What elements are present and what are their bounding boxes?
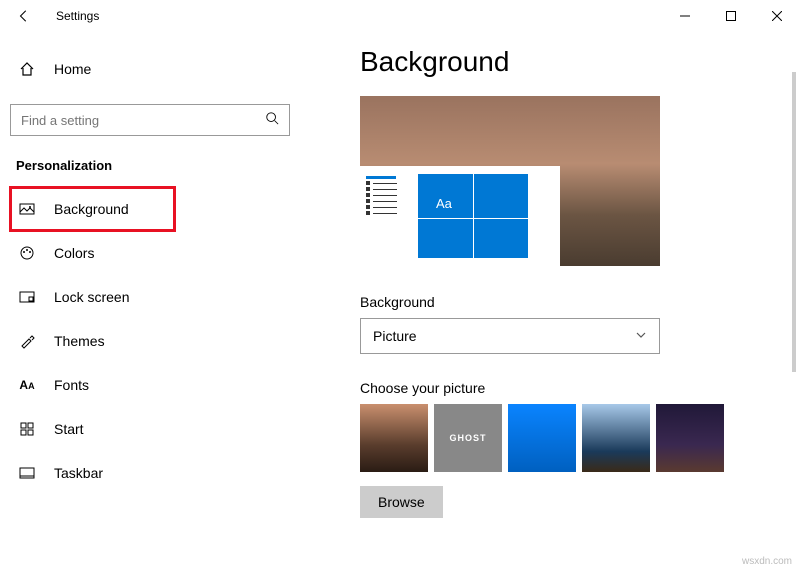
sidebar-item-taskbar[interactable]: Taskbar xyxy=(10,451,290,495)
main-content: Background Aa Background Picture Choose xyxy=(300,32,800,573)
sidebar-item-label: Start xyxy=(54,421,84,437)
close-button[interactable] xyxy=(754,0,800,32)
sidebar-item-lock-screen[interactable]: Lock screen xyxy=(10,275,290,319)
sidebar-item-label: Themes xyxy=(54,333,105,349)
picture-thumb[interactable] xyxy=(582,404,650,472)
background-dropdown[interactable]: Picture xyxy=(360,318,660,354)
sidebar-item-label: Fonts xyxy=(54,377,89,393)
sidebar-item-label: Taskbar xyxy=(54,465,103,481)
choose-picture-label: Choose your picture xyxy=(360,380,760,396)
chevron-down-icon xyxy=(635,328,647,344)
search-icon xyxy=(265,111,279,130)
sidebar-item-background[interactable]: Background xyxy=(10,187,175,231)
dropdown-value: Picture xyxy=(373,328,417,344)
watermark: wsxdn.com xyxy=(742,556,792,567)
browse-button[interactable]: Browse xyxy=(360,486,443,518)
sidebar-item-fonts[interactable]: AA Fonts xyxy=(10,363,290,407)
lock-screen-icon xyxy=(16,289,38,305)
background-preview: Aa xyxy=(360,96,660,266)
search-input-container[interactable] xyxy=(10,104,290,136)
sidebar-item-colors[interactable]: Colors xyxy=(10,231,290,275)
maximize-button[interactable] xyxy=(708,0,754,32)
picture-thumb[interactable] xyxy=(360,404,428,472)
category-header: Personalization xyxy=(10,158,290,173)
themes-icon xyxy=(16,333,38,349)
picture-icon xyxy=(16,201,38,217)
background-dropdown-label: Background xyxy=(360,294,760,310)
picture-thumb[interactable] xyxy=(656,404,724,472)
sidebar-item-themes[interactable]: Themes xyxy=(10,319,290,363)
picture-thumbnails: GHOST xyxy=(360,404,760,472)
back-button[interactable] xyxy=(8,0,40,32)
home-icon xyxy=(16,61,38,77)
home-label: Home xyxy=(54,61,91,77)
picture-thumb[interactable]: GHOST xyxy=(434,404,502,472)
search-input[interactable] xyxy=(21,113,265,128)
taskbar-icon xyxy=(16,465,38,481)
minimize-button[interactable] xyxy=(662,0,708,32)
picture-thumb[interactable] xyxy=(508,404,576,472)
fonts-icon: AA xyxy=(16,378,38,392)
home-nav-item[interactable]: Home xyxy=(10,50,290,88)
page-title: Background xyxy=(360,46,760,78)
window-controls xyxy=(662,0,800,32)
scrollbar-thumb[interactable] xyxy=(792,72,796,372)
sample-text: Aa xyxy=(436,196,452,211)
sidebar-item-label: Background xyxy=(54,201,129,217)
palette-icon xyxy=(16,245,38,261)
sidebar-item-start[interactable]: Start xyxy=(10,407,290,451)
sidebar: Home Personalization Background Colors L… xyxy=(0,32,300,573)
sidebar-item-label: Lock screen xyxy=(54,289,129,305)
sidebar-item-label: Colors xyxy=(54,245,94,261)
window-title: Settings xyxy=(56,9,99,23)
start-icon xyxy=(16,421,38,437)
